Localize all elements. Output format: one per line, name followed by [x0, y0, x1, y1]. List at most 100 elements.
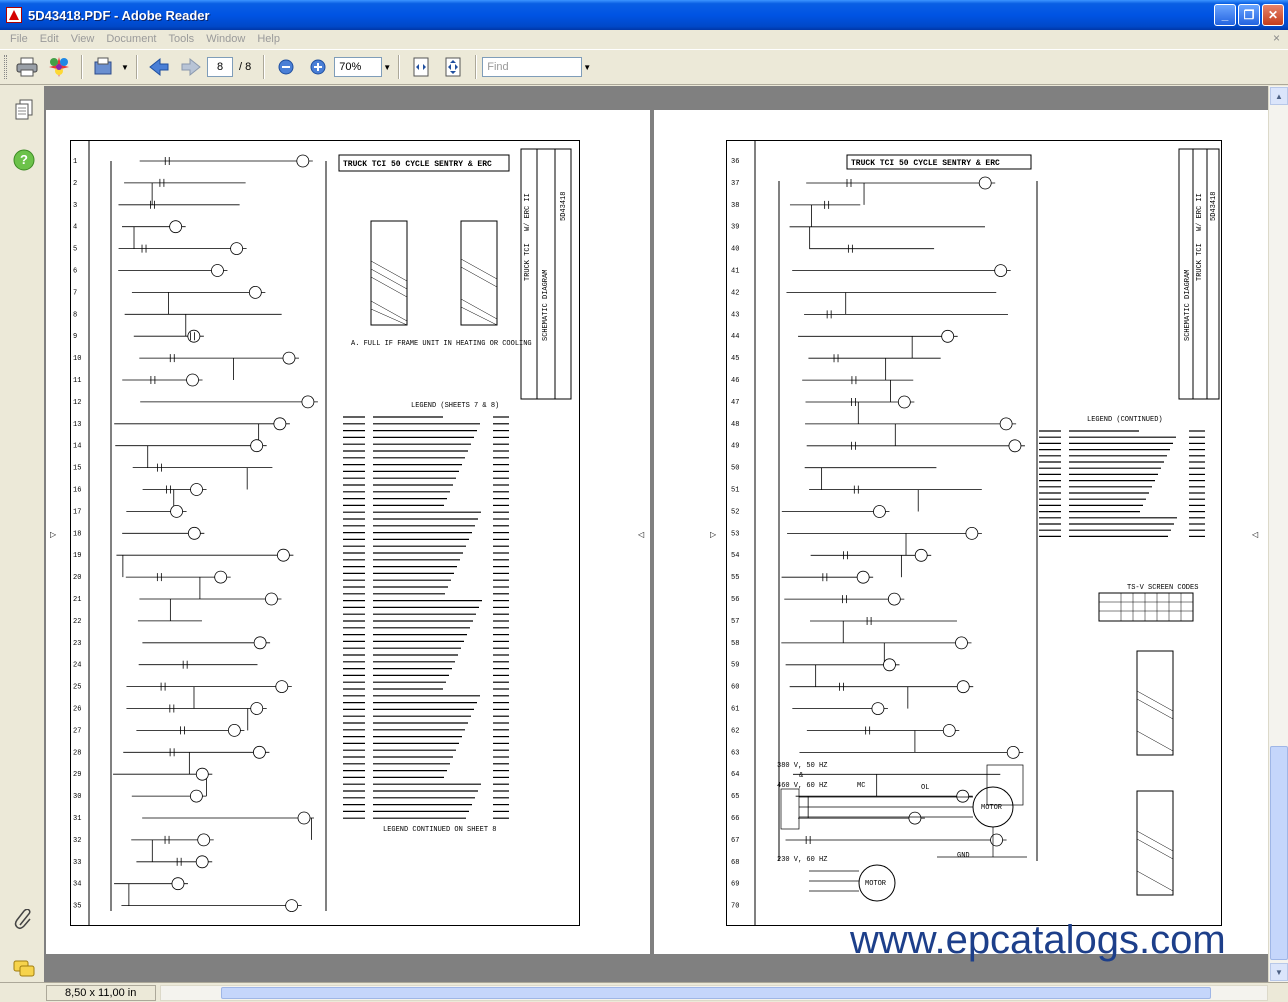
schematic-row-number: 33 — [73, 859, 81, 867]
schematic-coil — [187, 526, 201, 540]
vertical-scrollbar[interactable]: ▲ ▼ — [1268, 86, 1288, 982]
close-button[interactable]: ✕ — [1262, 4, 1284, 26]
schematic-row-number: 13 — [73, 421, 81, 429]
zoom-dropdown-arrow[interactable]: ▼ — [382, 63, 392, 72]
schematic-coil — [195, 855, 209, 869]
page-number-input[interactable]: 8 — [207, 57, 233, 77]
schematic-row-number: 38 — [731, 202, 739, 210]
zoom-out-icon[interactable] — [272, 53, 300, 81]
toolbar-separator — [398, 55, 400, 79]
schematic-coil — [994, 264, 1008, 278]
toolbar-grip[interactable] — [4, 55, 7, 79]
schematic-left-legend-title: LEGEND (SHEETS 7 & 8) — [411, 402, 499, 410]
schematic-row-number: 29 — [73, 771, 81, 779]
ts-table-title: TS-V SCREEN CODES — [1127, 584, 1198, 592]
schematic-row-number: 22 — [73, 618, 81, 626]
schematic-right-title: TRUCK TCI 50 CYCLE SENTRY & ERC — [851, 159, 1000, 168]
minimize-button[interactable]: _ — [1214, 4, 1236, 26]
schematic-coil — [883, 658, 896, 672]
toolbar-separator — [81, 55, 82, 79]
toolbar-separator — [263, 55, 265, 79]
schematic-left-title: TRUCK TCI 50 CYCLE SENTRY & ERC — [343, 160, 492, 169]
fit-page-icon[interactable] — [439, 53, 467, 81]
schematic-coil — [227, 724, 241, 737]
svg-text:?: ? — [20, 152, 28, 167]
power-label-230v: 230 V, 60 HZ — [777, 856, 827, 864]
page-size-readout: 8,50 x 11,00 in — [46, 984, 156, 1001]
schematic-left-side-label-4: 5D43418 — [560, 192, 568, 221]
review-icon[interactable] — [90, 53, 118, 81]
menu-file[interactable]: File — [4, 33, 34, 45]
schematic-row-number: 20 — [73, 574, 81, 582]
schematic-row-number: 36 — [731, 158, 739, 166]
menu-view[interactable]: View — [65, 33, 101, 45]
previous-page-icon[interactable] — [145, 53, 173, 81]
pages-icon[interactable] — [12, 98, 36, 122]
zoom-level-input[interactable]: 70% — [334, 57, 383, 77]
comments-icon[interactable] — [12, 958, 36, 982]
schematic-coil — [965, 526, 979, 540]
horizontal-scroll-thumb[interactable] — [221, 987, 1211, 999]
schematic-coil — [275, 680, 289, 693]
schematic-row-number: 68 — [731, 859, 739, 867]
schematic-coil — [230, 242, 243, 255]
schematic-row-number: 44 — [731, 333, 739, 341]
horizontal-scrollbar[interactable] — [160, 985, 1268, 1001]
schematic-row-number: 40 — [731, 246, 739, 254]
schematic-sheet-right: 36 37 38 39 40 41 42 43 44 45 46 47 48 49 50 51 52 53 54 55… — [726, 140, 1222, 926]
next-page-icon[interactable] — [177, 53, 205, 81]
schematic-right-legend-title: LEGEND (CONTINUED) — [1087, 416, 1163, 424]
watermark-text: www.epcatalogs.com — [850, 918, 1226, 962]
find-dropdown-arrow[interactable]: ▼ — [582, 63, 592, 72]
help-icon[interactable]: ? — [12, 148, 36, 172]
schematic-coil — [296, 154, 310, 168]
menu-tools[interactable]: Tools — [163, 33, 201, 45]
schematic-coil — [856, 570, 870, 584]
review-dropdown-arrow[interactable]: ▼ — [120, 63, 130, 72]
fit-width-icon[interactable] — [407, 53, 435, 81]
schematic-row-number: 69 — [731, 881, 739, 889]
menu-bar: File Edit View Document Tools Window Hel… — [0, 30, 1288, 48]
schematic-coil — [171, 877, 185, 891]
schematic-coil — [941, 329, 955, 343]
scroll-down-icon[interactable]: ▼ — [1270, 963, 1288, 981]
schematic-row-number: 65 — [731, 793, 739, 801]
schematic-coil — [297, 811, 311, 825]
find-input[interactable]: Find — [482, 57, 583, 77]
schematic-row-number: 63 — [731, 749, 739, 757]
schematic-row-number: 12 — [73, 399, 81, 407]
schematic-coil — [250, 702, 264, 715]
schematic-coil — [197, 833, 211, 847]
vertical-scroll-thumb[interactable] — [1270, 746, 1288, 960]
document-area[interactable]: 1 2 3 4 5 6 7 8 9 10 11 12 13 14 15 16 17 18 19 20 21 22 23 24 2… — [44, 86, 1268, 982]
schematic-right-side-label-4: 5D43418 — [1210, 192, 1218, 221]
menu-help[interactable]: Help — [251, 33, 286, 45]
motor-label-lower: MOTOR — [865, 880, 887, 888]
menu-edit[interactable]: Edit — [34, 33, 65, 45]
schematic-row-number: 50 — [731, 465, 739, 473]
printer-icon[interactable] — [13, 53, 41, 81]
schematic-row-number: 51 — [731, 487, 739, 495]
schematic-row-number: 49 — [731, 443, 739, 451]
schematic-row-number: 41 — [731, 268, 739, 276]
schematic-row-number: 16 — [73, 487, 81, 495]
zoom-in-icon[interactable] — [304, 53, 332, 81]
schematic-coil — [955, 636, 968, 650]
page-count-label: / 8 — [239, 61, 252, 73]
menu-window[interactable]: Window — [200, 33, 251, 45]
schematic-row-number: 46 — [731, 377, 739, 385]
schematic-coil — [211, 264, 224, 277]
schematic-coil — [248, 285, 262, 299]
schematic-right-side-label-2: TRUCK TCI — [1196, 243, 1204, 281]
status-bar: 8,50 x 11,00 in — [0, 982, 1288, 1002]
attachments-icon[interactable] — [12, 908, 36, 932]
restore-button[interactable]: ❐ — [1238, 4, 1260, 26]
schematic-left-note: A. FULL IF FRAME UNIT IN HEATING OR COOL… — [351, 340, 532, 348]
scroll-up-icon[interactable]: ▲ — [1270, 87, 1288, 105]
organizer-icon[interactable] — [45, 53, 73, 81]
window-controls: _ ❐ ✕ — [1214, 4, 1284, 26]
menu-close-button[interactable]: × — [1273, 31, 1280, 45]
pdf-page-left: 1 2 3 4 5 6 7 8 9 10 11 12 13 14 15 16 17 18 19 20 21 22 23 24 2… — [46, 110, 650, 954]
menu-document[interactable]: Document — [100, 33, 162, 45]
schematic-coil — [282, 351, 296, 365]
